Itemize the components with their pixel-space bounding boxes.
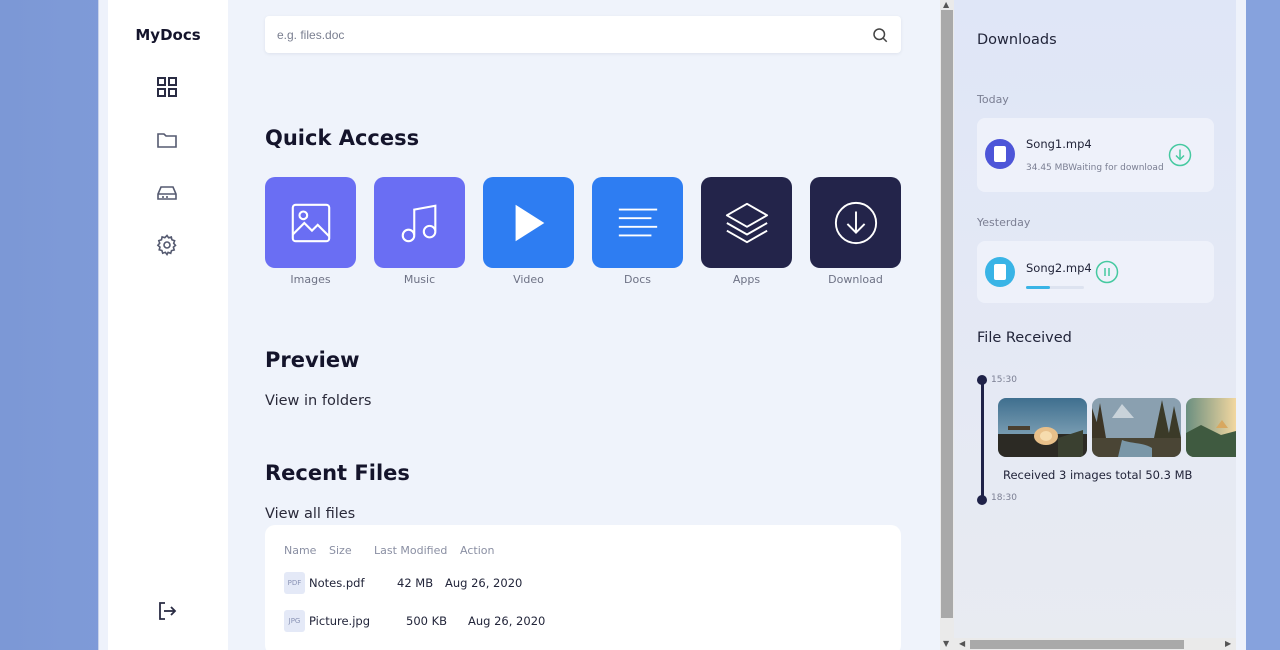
image-icon (291, 203, 330, 242)
quick-access-images[interactable]: Images (265, 177, 356, 286)
timeline-end-time: 18:30 (991, 493, 1017, 503)
download-status: Waiting for download (1068, 163, 1164, 173)
quick-access-apps[interactable]: Apps (701, 177, 792, 286)
column-header-size[interactable]: Size (329, 544, 352, 557)
quick-access-tile (374, 177, 465, 268)
preview-title: Preview (265, 348, 360, 372)
gear-icon[interactable] (154, 232, 180, 258)
timeline-start-time: 15:30 (991, 375, 1017, 385)
column-header-action[interactable]: Action (460, 544, 494, 557)
lines-icon (618, 208, 657, 236)
yesterday-label: Yesterday (977, 216, 1031, 229)
logo[interactable]: MyDocs (108, 26, 228, 44)
file-size: 42 MB (397, 576, 434, 590)
received-summary: Received 3 images total 50.3 MB (1003, 468, 1193, 482)
right-panel-scrollbar[interactable]: ◀ ▶ (954, 638, 1236, 650)
logout-icon[interactable] (154, 598, 180, 624)
download-name: Song2.mp4 (1026, 261, 1092, 275)
download-name: Song1.mp4 (1026, 137, 1092, 151)
received-image-1[interactable] (998, 398, 1087, 457)
quick-access-music[interactable]: Music (374, 177, 465, 286)
quick-access-tile (701, 177, 792, 268)
grid-icon[interactable] (154, 74, 180, 100)
file-size: 500 KB (406, 614, 448, 628)
timeline-dot (977, 495, 987, 505)
scroll-right-arrow-icon[interactable]: ▶ (1225, 639, 1231, 648)
view-in-folders-link[interactable]: View in folders (265, 393, 372, 409)
quick-access-label: Apps (732, 273, 761, 286)
media-file-icon (985, 139, 1015, 169)
scrollbar-thumb[interactable] (970, 640, 1184, 649)
layers-icon (725, 202, 768, 243)
quick-access-title: Quick Access (265, 126, 420, 150)
download-meta: 34.45 MBWaiting for download (1026, 163, 1164, 173)
quick-access-download[interactable]: Download (810, 177, 901, 286)
timeline-dot (977, 375, 987, 385)
scroll-up-arrow-icon[interactable]: ▲ (943, 0, 949, 9)
quick-access-label: Video (513, 273, 544, 286)
download-progress (1026, 286, 1084, 289)
folder-icon[interactable] (154, 127, 180, 153)
quick-access-label: Music (403, 273, 436, 286)
download-circle-icon[interactable] (1168, 143, 1192, 167)
quick-access-docs[interactable]: Docs (592, 177, 683, 286)
download-icon (834, 201, 877, 244)
received-image-2[interactable] (1092, 398, 1181, 457)
view-all-files-link[interactable]: View all files (265, 506, 355, 522)
quick-access-tile (483, 177, 574, 268)
main-scrollbar[interactable]: ▲ ▼ (940, 0, 954, 650)
quick-access-video[interactable]: Video (483, 177, 574, 286)
right-panel: Downloads Today Song1.mp4 34.45 MBWaitin… (954, 0, 1236, 650)
forest-photo-icon (1092, 398, 1181, 457)
quick-access-tile (592, 177, 683, 268)
file-name[interactable]: Picture.jpg (309, 614, 370, 628)
scrollbar-thumb[interactable] (941, 10, 953, 618)
download-item-yesterday[interactable]: Song2.mp4 (977, 241, 1214, 303)
scroll-down-arrow-icon[interactable]: ▼ (943, 639, 949, 648)
timeline-line (981, 380, 984, 500)
download-size: 34.45 MB (1026, 163, 1069, 173)
jpg-file-icon: JPG (284, 610, 305, 632)
file-modified: Aug 26, 2020 (445, 576, 523, 590)
main-content: Quick Access Images Music Video (228, 0, 940, 650)
received-image-3[interactable] (1186, 398, 1236, 457)
pdf-file-icon: PDF (284, 572, 305, 594)
file-name[interactable]: Notes.pdf (309, 576, 365, 590)
downloads-title: Downloads (977, 32, 1057, 48)
recent-files-title: Recent Files (265, 461, 410, 485)
quick-access-label: Download (828, 273, 883, 286)
play-icon (515, 204, 544, 241)
music-icon (401, 203, 436, 242)
pause-icon[interactable] (1095, 260, 1119, 284)
search-input[interactable] (277, 27, 871, 42)
drive-icon[interactable] (154, 180, 180, 206)
quick-access-tile (265, 177, 356, 268)
file-modified: Aug 26, 2020 (468, 614, 546, 628)
media-file-icon (985, 257, 1015, 287)
scroll-left-arrow-icon[interactable]: ◀ (959, 639, 965, 648)
column-header-modified[interactable]: Last Modified (374, 544, 447, 557)
quick-access-tile (810, 177, 901, 268)
quick-access-label: Docs (624, 273, 651, 286)
search-icon[interactable] (871, 26, 889, 44)
sunset-photo-icon (1186, 398, 1236, 457)
download-item-today[interactable]: Song1.mp4 34.45 MBWaiting for download (977, 118, 1214, 192)
quick-access-label: Images (290, 273, 331, 286)
sidebar: MyDocs (108, 0, 228, 650)
recent-files-table: Name Size Last Modified Action PDF Notes… (265, 525, 901, 650)
column-header-name[interactable]: Name (284, 544, 316, 557)
today-label: Today (977, 93, 1009, 106)
download-progress-fill (1026, 286, 1051, 289)
file-received-title: File Received (977, 330, 1072, 346)
search-bar (265, 16, 901, 53)
camp-photo-icon (998, 398, 1087, 457)
